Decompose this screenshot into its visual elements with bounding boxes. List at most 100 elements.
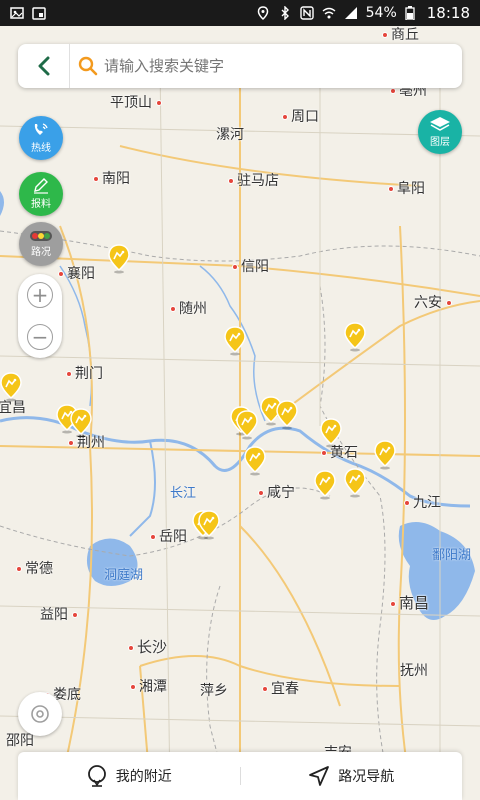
map-view[interactable]: 商丘 平顶山 周口 亳州 漯河 南阳 驻马店 阜阳 襄阳 信阳 随州 六安 荆门… xyxy=(0,26,480,800)
city-name: 长沙 xyxy=(137,638,168,656)
city-label: 岳阳 xyxy=(150,526,187,546)
zoom-in-button[interactable]: + xyxy=(18,274,62,316)
water-label: 鄱阳湖 xyxy=(432,548,472,563)
nearby-button[interactable]: 我的附近 xyxy=(18,752,240,800)
nearby-label: 我的附近 xyxy=(115,769,172,785)
battery-icon xyxy=(405,6,419,21)
city-dot xyxy=(150,534,156,540)
city-label: 随州 xyxy=(170,298,207,318)
city-name: 湘潭 xyxy=(139,679,167,695)
city-name: 抚州 xyxy=(400,663,428,679)
back-arrow-icon xyxy=(38,56,49,76)
city-label: 益阳 xyxy=(40,604,81,624)
incident-marker[interactable] xyxy=(108,244,130,274)
map-pin-icon xyxy=(87,765,106,787)
incident-marker[interactable] xyxy=(236,410,258,440)
city-name: 商丘 xyxy=(391,27,419,43)
city-label: 荆门 xyxy=(66,363,103,383)
image-icon xyxy=(10,6,24,20)
search-icon xyxy=(78,56,98,76)
incident-marker[interactable] xyxy=(198,510,220,540)
incident-marker[interactable] xyxy=(0,372,22,402)
incident-marker[interactable] xyxy=(320,418,342,448)
hotline-button[interactable]: 热线 xyxy=(19,116,63,160)
traffic-button[interactable]: 路况 xyxy=(19,222,63,266)
incident-marker[interactable] xyxy=(244,446,266,476)
city-dot xyxy=(156,100,162,106)
city-name: 信阳 xyxy=(241,259,269,275)
search-input[interactable] xyxy=(104,57,462,75)
city-label: 六安 xyxy=(414,292,455,312)
city-label: 信阳 xyxy=(232,256,269,276)
city-name: 宜昌 xyxy=(0,400,26,416)
crosshair-icon xyxy=(31,705,49,723)
incident-marker[interactable] xyxy=(276,400,298,430)
status-bar: 54% 18:18 xyxy=(0,0,480,26)
city-label: 南阳 xyxy=(93,168,130,188)
incident-marker[interactable] xyxy=(344,468,366,498)
city-label: 九江 xyxy=(404,492,441,512)
city-dot xyxy=(170,306,176,312)
city-label: 周口 xyxy=(282,106,319,126)
city-dot xyxy=(404,500,410,506)
city-name: 平顶山 xyxy=(110,95,152,111)
city-dot xyxy=(68,440,74,446)
city-label: 长沙 xyxy=(128,636,167,657)
city-name: 漯河 xyxy=(216,127,244,143)
locate-button[interactable] xyxy=(18,692,62,736)
traffic-light-icon xyxy=(30,231,52,241)
incident-marker[interactable] xyxy=(344,322,366,352)
battery-level: 54% xyxy=(365,5,397,21)
layers-icon xyxy=(430,117,450,131)
zoom-out-button[interactable]: − xyxy=(18,316,62,358)
city-label: 常德 xyxy=(16,558,53,578)
city-dot xyxy=(16,566,22,572)
navigation-button[interactable]: 路况导航 xyxy=(241,752,463,800)
city-dot xyxy=(321,450,327,456)
city-name: 九江 xyxy=(413,495,441,511)
city-name: 阜阳 xyxy=(397,181,425,197)
calendar-icon xyxy=(32,6,46,20)
hotline-label: 热线 xyxy=(31,143,51,154)
incident-marker[interactable] xyxy=(374,440,396,470)
city-label: 南昌 xyxy=(390,592,429,613)
incident-marker[interactable] xyxy=(70,408,92,438)
water-label: 长江 xyxy=(170,486,197,501)
city-name: 常德 xyxy=(25,561,53,577)
city-dot xyxy=(446,300,452,306)
city-name: 咸宁 xyxy=(267,485,295,501)
signal-icon xyxy=(344,6,358,20)
city-name: 南昌 xyxy=(399,594,430,612)
zoom-control: + − xyxy=(18,274,62,358)
navigation-arrow-icon xyxy=(309,766,330,786)
city-dot xyxy=(72,612,78,618)
city-label: 阜阳 xyxy=(388,178,425,198)
city-dot xyxy=(282,114,288,120)
report-button[interactable]: 报料 xyxy=(19,172,63,216)
layers-button[interactable]: 图层 xyxy=(418,110,462,154)
city-name: 驻马店 xyxy=(237,173,279,189)
water-label: 洞庭湖 xyxy=(104,568,144,583)
incident-marker[interactable] xyxy=(314,470,336,500)
navigation-label: 路况导航 xyxy=(338,769,395,785)
city-dot xyxy=(130,684,136,690)
wifi-icon xyxy=(322,6,336,20)
city-name: 随州 xyxy=(179,301,207,317)
city-name: 六安 xyxy=(414,295,442,311)
city-label: 商丘 xyxy=(382,26,419,44)
bluetooth-icon xyxy=(278,5,292,21)
back-button[interactable] xyxy=(18,44,70,88)
city-label: 驻马店 xyxy=(228,170,279,190)
pencil-icon xyxy=(34,178,48,194)
city-dot xyxy=(232,264,238,270)
city-label: 湘潭 xyxy=(130,676,167,696)
city-dot xyxy=(66,371,72,377)
bottom-bar: 我的附近 路况导航 xyxy=(18,752,462,800)
city-dot xyxy=(228,178,234,184)
city-name: 周口 xyxy=(291,109,319,125)
city-dot xyxy=(390,88,396,94)
city-name: 邵阳 xyxy=(6,733,34,749)
traffic-label: 路况 xyxy=(31,247,51,258)
incident-marker[interactable] xyxy=(224,326,246,356)
city-dot xyxy=(128,644,134,651)
